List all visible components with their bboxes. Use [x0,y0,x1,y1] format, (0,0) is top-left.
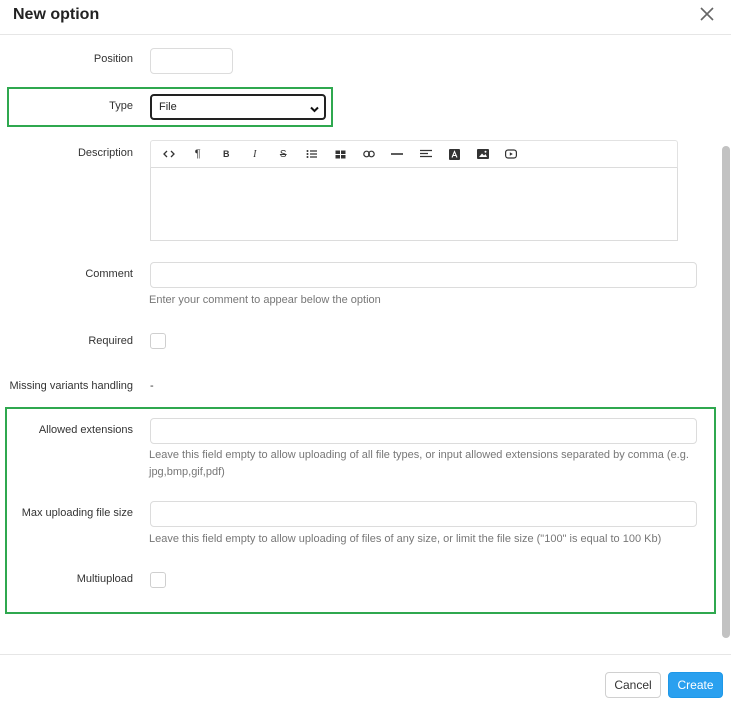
allowed-extensions-input[interactable] [150,418,697,444]
missing-variants-value: - [150,380,154,392]
max-size-hint: Leave this field empty to allow uploadin… [149,533,662,545]
type-select[interactable]: File [150,94,326,120]
multiupload-label: Multiupload [76,573,133,585]
max-size-input[interactable] [150,501,697,527]
close-icon[interactable] [698,5,716,23]
allowed-extensions-hint-line2: jpg,bmp,gif,pdf) [149,466,225,478]
create-button[interactable]: Create [668,672,723,698]
cancel-button[interactable]: Cancel [605,672,661,698]
italic-icon[interactable]: I [241,142,270,166]
strikethrough-icon[interactable]: S [269,142,298,166]
dialog-title: New option [13,6,100,23]
code-view-icon[interactable] [155,142,184,166]
editor-toolbar: ¶ B I S [150,140,678,168]
link-icon[interactable] [355,142,384,166]
allowed-extensions-hint-line1: Leave this field empty to allow uploadin… [149,449,689,461]
table-icon[interactable] [326,142,355,166]
type-label: Type [109,100,133,112]
paragraph-icon[interactable]: ¶ [184,142,213,166]
comment-input[interactable] [150,262,697,288]
type-select-value: File [159,101,177,113]
description-label: Description [77,147,133,159]
position-label: Position [93,53,133,65]
multiupload-checkbox[interactable] [150,572,166,588]
dialog-header: New option [0,0,731,35]
max-size-label: Max uploading file size [21,507,133,519]
required-checkbox[interactable] [150,333,166,349]
missing-variants-label: Missing variants handling [9,380,133,392]
required-label: Required [88,335,133,347]
position-input[interactable] [150,48,233,74]
unordered-list-icon[interactable] [298,142,327,166]
video-icon[interactable] [497,142,526,166]
image-icon[interactable] [469,142,498,166]
description-editor[interactable] [150,168,678,241]
font-color-icon[interactable] [440,142,469,166]
comment-label: Comment [85,268,133,280]
comment-hint: Enter your comment to appear below the o… [149,294,381,306]
allowed-extensions-label: Allowed extensions [38,424,133,436]
horizontal-rule-icon[interactable] [383,142,412,166]
dialog-body: Position Type File Description ¶ B I S C… [0,36,720,654]
chevron-down-icon [309,102,320,113]
scrollbar-thumb[interactable] [722,146,730,638]
align-icon[interactable] [412,142,441,166]
bold-icon[interactable]: B [212,142,241,166]
